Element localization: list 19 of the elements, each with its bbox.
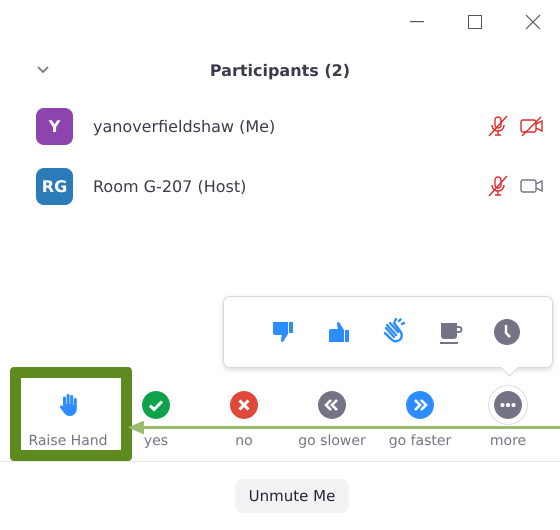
reaction-button[interactable]: no [200, 379, 288, 461]
panel-title: Participants (2) [210, 60, 350, 80]
participant-name: Room G-207 (Host) [93, 176, 248, 196]
muted-microphone-icon[interactable] [486, 114, 510, 138]
reaction-button[interactable]: Raise Hand [24, 379, 112, 461]
reaction-button[interactable]: go faster [376, 379, 464, 461]
reaction-button[interactable]: yes [112, 379, 200, 461]
reaction-button[interactable]: go slower [288, 379, 376, 461]
participant-name: yanoverfieldshaw (Me) [93, 116, 276, 136]
muted-microphone-icon[interactable] [486, 174, 510, 198]
video-off-icon[interactable] [520, 114, 544, 138]
maximize-icon [468, 15, 482, 29]
clock-icon[interactable] [493, 318, 521, 346]
close-icon [525, 14, 541, 30]
avatar: Y [36, 108, 73, 144]
avatar: RG [36, 168, 73, 204]
chevron-down-icon[interactable] [35, 64, 51, 76]
minimize-icon [410, 21, 424, 23]
unmute-button[interactable]: Unmute Me [234, 479, 350, 513]
